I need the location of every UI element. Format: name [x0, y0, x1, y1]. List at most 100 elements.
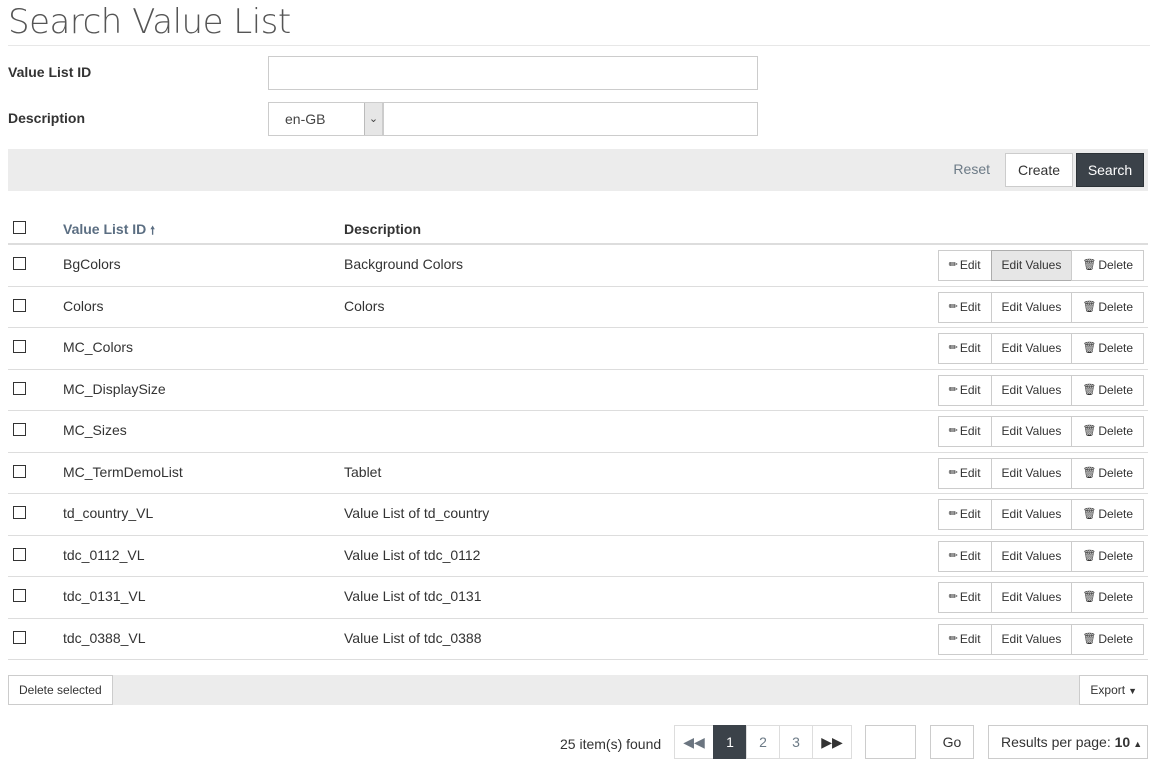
caret-down-icon: ▼: [1128, 686, 1137, 696]
row-checkbox[interactable]: [13, 547, 26, 561]
row-checkbox[interactable]: [13, 506, 26, 519]
edit-values-button[interactable]: Edit Values: [990, 623, 1073, 655]
edit-label: Edit: [959, 341, 981, 355]
go-button[interactable]: Go: [930, 725, 974, 759]
select-all-checkbox[interactable]: [13, 221, 26, 234]
results-per-page-label: Results per page:: [1001, 734, 1111, 750]
edit-values-button[interactable]: Edit Values: [990, 416, 1073, 447]
row-checkbox[interactable]: [13, 423, 26, 436]
cell-value-list-id: tdc_0388_VL: [63, 629, 146, 646]
page-button-2[interactable]: 2: [746, 725, 780, 759]
delete-selected-button[interactable]: Delete selected: [8, 675, 113, 705]
edit-button[interactable]: ✏ Edit: [937, 457, 992, 489]
caret-up-icon: ▲: [1133, 739, 1143, 749]
description-input[interactable]: [383, 102, 758, 136]
results-per-page-dropdown[interactable]: Results per page: 10 ▲: [988, 725, 1148, 759]
delete-button[interactable]: 🗑 Delete: [1071, 457, 1144, 489]
title-divider: [8, 45, 1150, 46]
delete-button[interactable]: 🗑 Delete: [1071, 374, 1144, 406]
edit-button[interactable]: ✏ Edit: [937, 291, 992, 323]
cell-description: Value List of tdc_0112: [344, 546, 481, 563]
edit-values-button[interactable]: Edit Values: [990, 457, 1073, 489]
delete-button[interactable]: 🗑 Delete: [1071, 291, 1144, 323]
edit-values-button[interactable]: Edit Values: [990, 250, 1073, 281]
column-header-value-list-id[interactable]: Value List ID 🠕: [63, 221, 155, 241]
trash-icon: 🗑: [1082, 300, 1097, 313]
edit-button[interactable]: ✏ Edit: [937, 374, 992, 406]
pencil-icon: ✏: [948, 549, 958, 562]
row-actions: ✏ Edit Edit Values 🗑 Delete: [937, 623, 1144, 655]
edit-button[interactable]: ✏ Edit: [937, 499, 992, 530]
table-row: BgColors Background Colors ✏ Edit Edit Value…: [8, 245, 1148, 287]
row-checkbox[interactable]: [13, 298, 26, 312]
first-page-button[interactable]: ◀◀: [674, 725, 714, 759]
double-chevron-right-icon: ▶▶: [821, 734, 843, 750]
edit-values-button[interactable]: Edit Values: [990, 540, 1073, 572]
cell-value-list-id: MC_Sizes: [63, 422, 127, 438]
pencil-icon: ✏: [948, 300, 958, 313]
row-actions: ✏ Edit Edit Values 🗑 Delete: [937, 457, 1144, 489]
trash-icon: 🗑: [1082, 508, 1097, 520]
delete-label: Delete: [1098, 382, 1133, 397]
value-list-id-input[interactable]: [268, 56, 758, 90]
table-row: tdc_0112_VL Value List of tdc_0112 ✏ Edit Ed…: [8, 536, 1148, 577]
row-checkbox[interactable]: [13, 589, 26, 602]
edit-values-button[interactable]: Edit Values: [990, 582, 1073, 613]
trash-icon: 🗑: [1082, 425, 1097, 437]
row-checkbox[interactable]: [13, 630, 26, 644]
delete-button[interactable]: 🗑 Delete: [1071, 582, 1144, 613]
cell-description: Value List of td_country: [344, 505, 490, 521]
pencil-icon: ✏: [948, 466, 958, 479]
edit-label: Edit: [959, 631, 981, 646]
pencil-icon: ✏: [948, 342, 958, 354]
reset-button[interactable]: Reset: [953, 161, 990, 177]
delete-button[interactable]: 🗑 Delete: [1071, 416, 1144, 447]
description-label: Description: [8, 110, 86, 126]
edit-button[interactable]: ✏ Edit: [937, 623, 992, 655]
create-button[interactable]: Create: [1005, 153, 1074, 187]
edit-values-button[interactable]: Edit Values: [990, 499, 1073, 530]
row-checkbox[interactable]: [13, 464, 26, 478]
cell-description: Value List of tdc_0388: [344, 629, 482, 646]
row-checkbox[interactable]: [13, 257, 26, 270]
edit-button[interactable]: ✏ Edit: [937, 540, 992, 572]
delete-label: Delete: [1098, 590, 1133, 604]
cell-value-list-id: td_country_VL: [63, 505, 154, 521]
row-checkbox[interactable]: [13, 340, 26, 353]
export-button[interactable]: Export ▼: [1079, 675, 1148, 705]
cell-description: Background Colors: [344, 256, 464, 272]
row-actions: ✏ Edit Edit Values 🗑 Delete: [937, 250, 1144, 281]
pencil-icon: ✏: [948, 591, 958, 603]
delete-button[interactable]: 🗑 Delete: [1071, 250, 1144, 281]
locale-select[interactable]: en-GB ⌄: [268, 102, 383, 136]
pencil-icon: ✏: [948, 632, 958, 645]
last-page-button[interactable]: ▶▶: [812, 725, 852, 759]
search-button[interactable]: Search: [1076, 153, 1144, 187]
results-per-page-value: 10: [1114, 734, 1131, 750]
page-button-1[interactable]: 1: [713, 725, 747, 759]
table-row: Colors Colors ✏ Edit Edit Values 🗑 Delete: [8, 287, 1148, 328]
delete-button[interactable]: 🗑 Delete: [1071, 540, 1144, 572]
edit-button[interactable]: ✏ Edit: [937, 582, 992, 613]
cell-value-list-id: MC_DisplaySize: [63, 380, 166, 397]
edit-values-button[interactable]: Edit Values: [990, 333, 1073, 364]
edit-values-button[interactable]: Edit Values: [990, 291, 1073, 323]
edit-label: Edit: [959, 548, 981, 563]
row-actions: ✏ Edit Edit Values 🗑 Delete: [937, 582, 1144, 613]
row-actions: ✏ Edit Edit Values 🗑 Delete: [937, 499, 1144, 530]
edit-values-button[interactable]: Edit Values: [990, 374, 1073, 406]
trash-icon: 🗑: [1082, 342, 1097, 354]
delete-button[interactable]: 🗑 Delete: [1071, 333, 1144, 364]
delete-button[interactable]: 🗑 Delete: [1071, 499, 1144, 530]
edit-button[interactable]: ✏ Edit: [937, 416, 992, 447]
edit-label: Edit: [959, 382, 981, 397]
goto-page-input[interactable]: [865, 725, 916, 759]
row-checkbox[interactable]: [13, 381, 26, 395]
edit-label: Edit: [959, 507, 981, 521]
page-button-3[interactable]: 3: [779, 725, 813, 759]
edit-button[interactable]: ✏ Edit: [937, 250, 992, 281]
pencil-icon: ✏: [948, 425, 958, 437]
delete-button[interactable]: 🗑 Delete: [1071, 623, 1144, 655]
edit-button[interactable]: ✏ Edit: [937, 333, 992, 364]
edit-label: Edit: [959, 258, 981, 272]
